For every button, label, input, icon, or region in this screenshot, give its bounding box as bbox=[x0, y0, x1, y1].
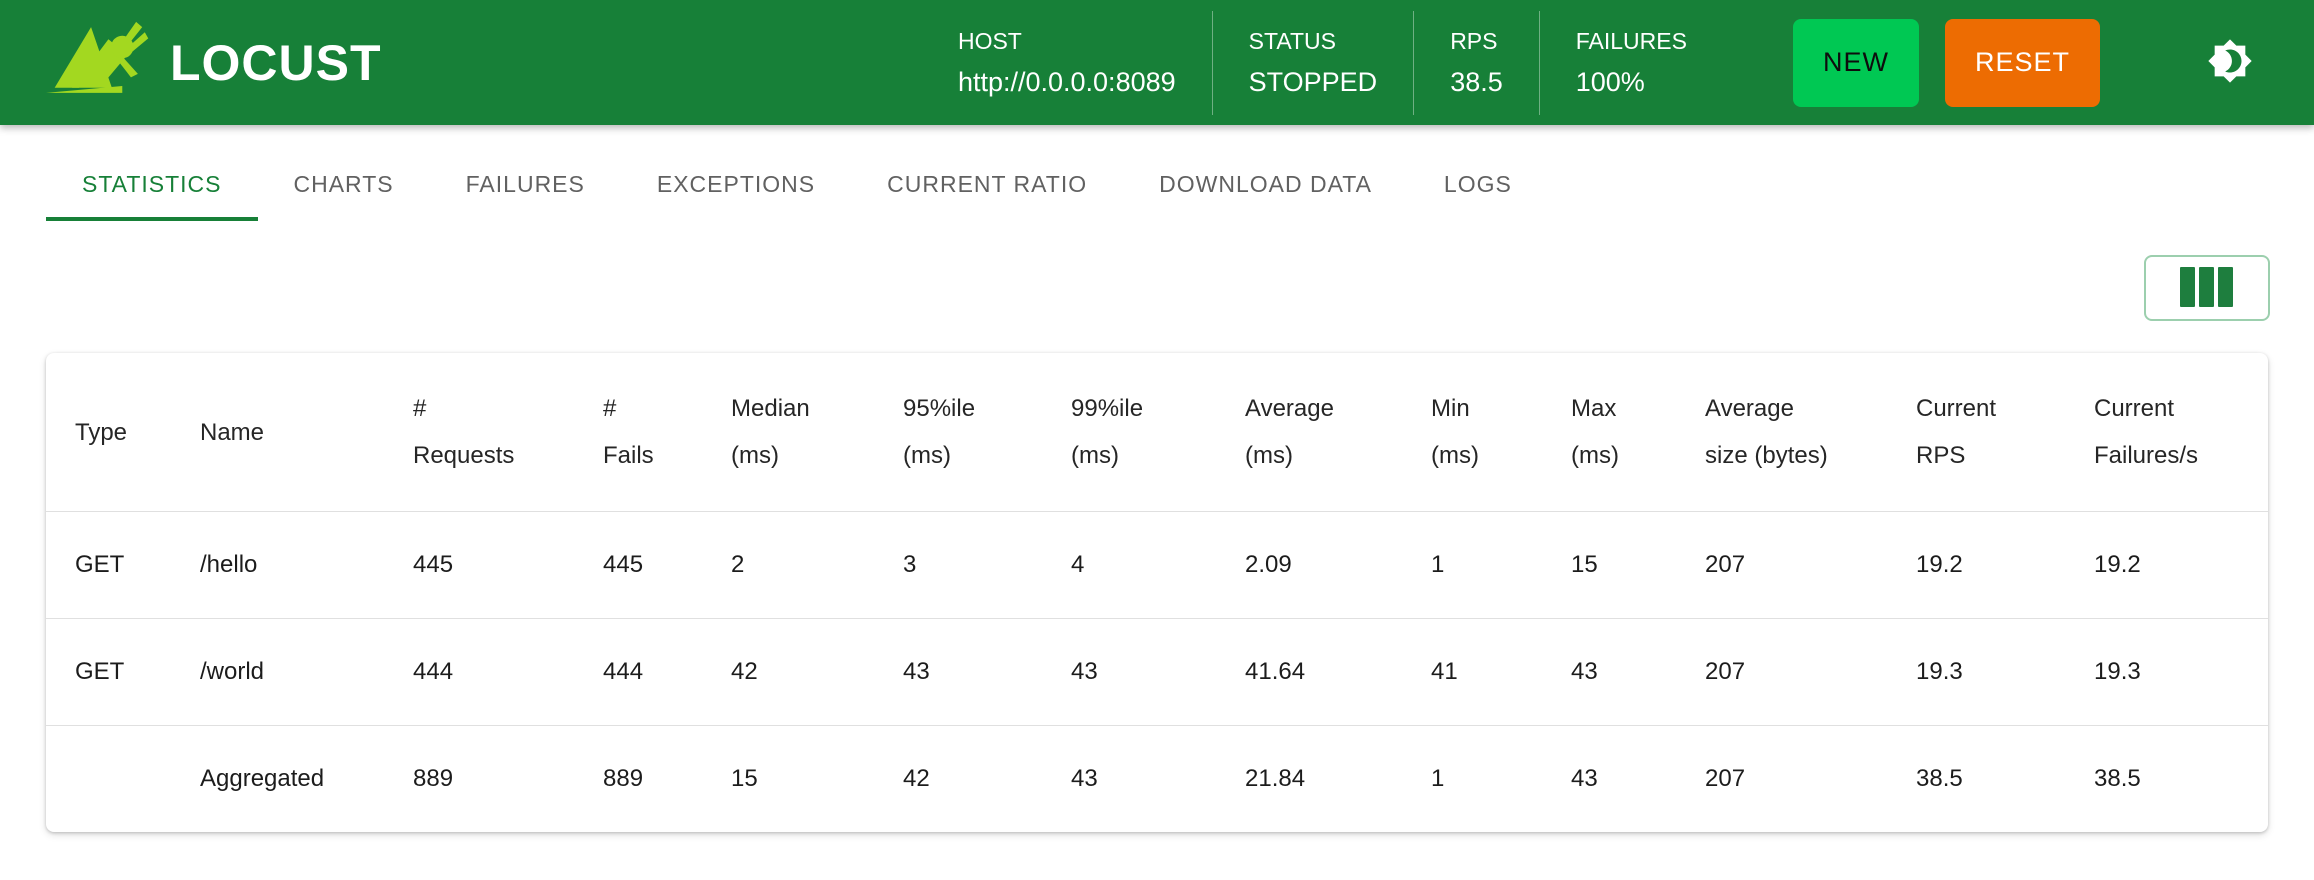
column-header-min: Min (ms) bbox=[1430, 353, 1570, 512]
dark-mode-toggle-icon bbox=[2207, 38, 2253, 87]
statistics-table-card: Type Name # Requests # Fails Median (ms)… bbox=[46, 353, 2268, 832]
cell-requests: 445 bbox=[412, 512, 602, 619]
tab-logs[interactable]: LOGS bbox=[1408, 147, 1548, 221]
stat-host-label: HOST bbox=[958, 28, 1176, 55]
cell-min: 41 bbox=[1430, 619, 1570, 726]
cell-95ile: 43 bbox=[902, 619, 1070, 726]
tab-exceptions[interactable]: EXCEPTIONS bbox=[621, 147, 851, 221]
stat-rps: RPS 38.5 bbox=[1413, 11, 1539, 115]
tab-download-data[interactable]: DOWNLOAD DATA bbox=[1123, 147, 1408, 221]
column-header-current-failures: Current Failures/s bbox=[2093, 353, 2268, 512]
stat-status-label: STATUS bbox=[1249, 28, 1378, 55]
column-header-95ile: 95%ile (ms) bbox=[902, 353, 1070, 512]
cell-name: Aggregated bbox=[199, 726, 412, 833]
cell-requests: 444 bbox=[412, 619, 602, 726]
stat-rps-label: RPS bbox=[1450, 28, 1503, 55]
cell-fails: 444 bbox=[602, 619, 730, 726]
column-header-name: Name bbox=[199, 353, 412, 512]
stat-status-value: STOPPED bbox=[1249, 67, 1378, 98]
cell-current-failures: 38.5 bbox=[2093, 726, 2268, 833]
stat-failures: FAILURES 100% bbox=[1539, 11, 1723, 115]
stat-host: HOST http://0.0.0.0:8089 bbox=[922, 11, 1212, 115]
new-test-button[interactable]: NEW bbox=[1793, 19, 1919, 107]
cell-avg-size: 207 bbox=[1704, 726, 1915, 833]
column-selector-button[interactable] bbox=[2144, 255, 2270, 321]
cell-avg-size: 207 bbox=[1704, 512, 1915, 619]
cell-95ile: 3 bbox=[902, 512, 1070, 619]
column-header-median: Median (ms) bbox=[730, 353, 902, 512]
column-header-fails: # Fails bbox=[602, 353, 730, 512]
cell-99ile: 43 bbox=[1070, 726, 1244, 833]
cell-min: 1 bbox=[1430, 726, 1570, 833]
column-header-type: Type bbox=[46, 353, 199, 512]
stat-host-value: http://0.0.0.0:8089 bbox=[958, 67, 1176, 98]
cell-type bbox=[46, 726, 199, 833]
cell-median: 15 bbox=[730, 726, 902, 833]
cell-max: 43 bbox=[1570, 619, 1704, 726]
table-header-row: Type Name # Requests # Fails Median (ms)… bbox=[46, 353, 2268, 512]
tab-bar: STATISTICS CHARTS FAILURES EXCEPTIONS CU… bbox=[0, 147, 2314, 221]
cell-current-rps: 19.2 bbox=[1915, 512, 2093, 619]
cell-name: /world bbox=[199, 619, 412, 726]
stat-failures-value: 100% bbox=[1576, 67, 1687, 98]
cell-95ile: 42 bbox=[902, 726, 1070, 833]
cell-max: 43 bbox=[1570, 726, 1704, 833]
statistics-table: Type Name # Requests # Fails Median (ms)… bbox=[46, 353, 2268, 832]
column-header-requests: # Requests bbox=[412, 353, 602, 512]
tab-statistics[interactable]: STATISTICS bbox=[46, 147, 258, 221]
column-header-99ile: 99%ile (ms) bbox=[1070, 353, 1244, 512]
table-toolbar bbox=[0, 255, 2270, 321]
tab-failures[interactable]: FAILURES bbox=[430, 147, 621, 221]
cell-99ile: 43 bbox=[1070, 619, 1244, 726]
tab-current-ratio[interactable]: CURRENT RATIO bbox=[851, 147, 1123, 221]
table-row-hello: GET /hello 445 445 2 3 4 2.09 1 15 207 1… bbox=[46, 512, 2268, 619]
cell-current-rps: 19.3 bbox=[1915, 619, 2093, 726]
cell-min: 1 bbox=[1430, 512, 1570, 619]
cell-avg-size: 207 bbox=[1704, 619, 1915, 726]
cell-type: GET bbox=[46, 619, 199, 726]
stat-status: STATUS STOPPED bbox=[1212, 11, 1414, 115]
table-row-world: GET /world 444 444 42 43 43 41.64 41 43 … bbox=[46, 619, 2268, 726]
cell-median: 42 bbox=[730, 619, 902, 726]
grasshopper-icon bbox=[46, 19, 150, 106]
cell-type: GET bbox=[46, 512, 199, 619]
cell-requests: 889 bbox=[412, 726, 602, 833]
cell-fails: 445 bbox=[602, 512, 730, 619]
appbar: LOCUST HOST http://0.0.0.0:8089 STATUS S… bbox=[0, 0, 2314, 125]
dark-mode-toggle[interactable] bbox=[2206, 39, 2254, 87]
column-header-current-rps: Current RPS bbox=[1915, 353, 2093, 512]
locust-logo[interactable]: LOCUST bbox=[46, 19, 382, 106]
cell-current-failures: 19.2 bbox=[2093, 512, 2268, 619]
reset-button[interactable]: RESET bbox=[1945, 19, 2100, 107]
cell-99ile: 4 bbox=[1070, 512, 1244, 619]
cell-current-failures: 19.3 bbox=[2093, 619, 2268, 726]
cell-max: 15 bbox=[1570, 512, 1704, 619]
table-row-aggregated: Aggregated 889 889 15 42 43 21.84 1 43 2… bbox=[46, 726, 2268, 833]
cell-current-rps: 38.5 bbox=[1915, 726, 2093, 833]
stat-rps-value: 38.5 bbox=[1450, 67, 1503, 98]
cell-average: 21.84 bbox=[1244, 726, 1430, 833]
cell-average: 41.64 bbox=[1244, 619, 1430, 726]
stat-failures-label: FAILURES bbox=[1576, 28, 1687, 55]
cell-median: 2 bbox=[730, 512, 902, 619]
column-header-average: Average (ms) bbox=[1244, 353, 1430, 512]
column-header-max: Max (ms) bbox=[1570, 353, 1704, 512]
header-stats: HOST http://0.0.0.0:8089 STATUS STOPPED … bbox=[922, 11, 1723, 115]
cell-average: 2.09 bbox=[1244, 512, 1430, 619]
cell-fails: 889 bbox=[602, 726, 730, 833]
tab-charts[interactable]: CHARTS bbox=[258, 147, 430, 221]
columns-icon bbox=[2178, 266, 2236, 311]
column-header-avg-size: Average size (bytes) bbox=[1704, 353, 1915, 512]
cell-name: /hello bbox=[199, 512, 412, 619]
brand-title: LOCUST bbox=[170, 38, 382, 88]
